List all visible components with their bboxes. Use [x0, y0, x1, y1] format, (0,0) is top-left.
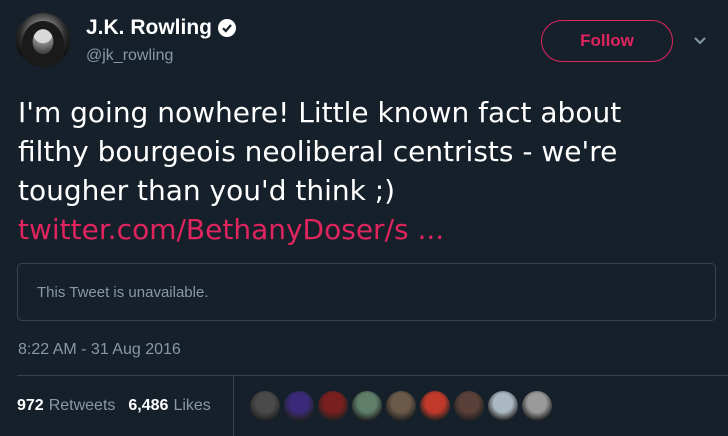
likes-count: 6,486 — [128, 397, 169, 414]
author-avatar[interactable] — [16, 13, 70, 67]
liker-avatar-9[interactable] — [522, 391, 552, 421]
liker-avatar-4[interactable] — [352, 391, 382, 421]
likes-label: Likes — [173, 397, 211, 414]
author-handle[interactable]: @jk_rowling — [86, 47, 173, 65]
retweets-label: Retweets — [48, 397, 116, 414]
liker-avatar-6[interactable] — [420, 391, 450, 421]
liker-avatar-5[interactable] — [386, 391, 416, 421]
author-name-row[interactable]: J.K. Rowling — [86, 16, 236, 40]
divider — [17, 375, 728, 376]
follow-button[interactable]: Follow — [541, 20, 673, 62]
tweet-text-line: tougher than you'd think ;) — [18, 174, 396, 207]
liker-avatar-3[interactable] — [318, 391, 348, 421]
tweet-link[interactable]: twitter.com/BethanyDoser/s ... — [18, 210, 708, 249]
likes-stat[interactable]: 6,486 Likes — [128, 397, 210, 415]
liker-avatars — [250, 391, 552, 421]
tweet-text-line: filthy bourgeois neoliberal centrists - … — [18, 135, 618, 168]
quoted-tweet-unavailable: This Tweet is unavailable. — [17, 263, 716, 321]
retweets-stat[interactable]: 972 Retweets — [17, 397, 115, 415]
liker-avatar-7[interactable] — [454, 391, 484, 421]
tweet-timestamp[interactable]: 8:22 AM - 31 Aug 2016 — [18, 341, 181, 359]
stats-separator — [233, 376, 234, 436]
tweet-text-line: I'm going nowhere! Little known fact abo… — [18, 96, 622, 129]
chevron-down-icon[interactable] — [693, 36, 707, 46]
liker-avatar-1[interactable] — [250, 391, 280, 421]
tweet-stats: 972 Retweets 6,486 Likes — [17, 397, 211, 415]
tweet-text: I'm going nowhere! Little known fact abo… — [18, 93, 708, 249]
author-name[interactable]: J.K. Rowling — [86, 16, 212, 40]
liker-avatar-8[interactable] — [488, 391, 518, 421]
liker-avatar-2[interactable] — [284, 391, 314, 421]
verified-badge-icon — [218, 19, 236, 37]
retweets-count: 972 — [17, 397, 44, 414]
quoted-tweet-message: This Tweet is unavailable. — [37, 283, 209, 301]
